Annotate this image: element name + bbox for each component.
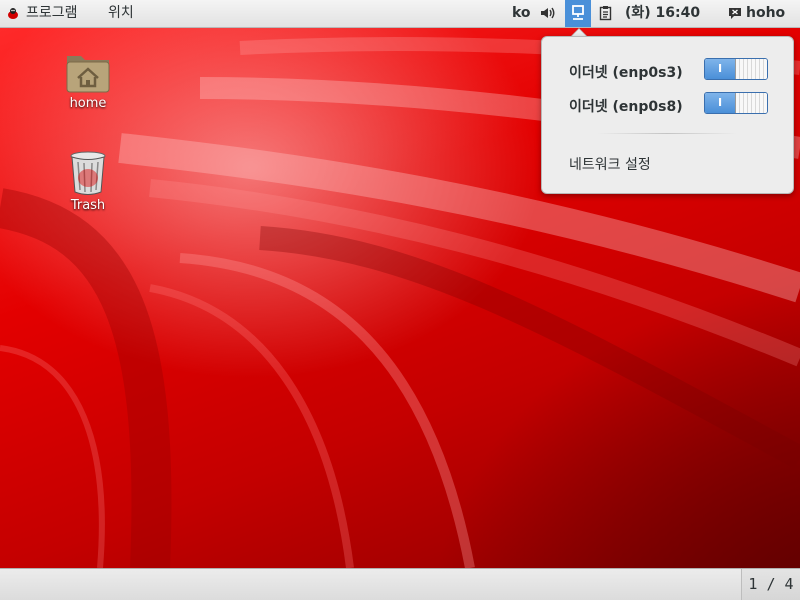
folder-home-icon xyxy=(66,56,110,93)
volume-icon xyxy=(541,7,555,19)
clock[interactable]: (화) 16:40 xyxy=(625,0,700,27)
desktop-icon-label: Trash xyxy=(70,198,106,213)
trash-icon xyxy=(70,151,106,195)
connection-label: 이더넷 (enp0s8) xyxy=(569,99,683,115)
desktop-icon-label: home xyxy=(69,96,107,111)
top-panel: 프로그램 위치 ko (화) 16:40 hoho xyxy=(0,0,800,28)
user-name: hoho xyxy=(746,5,786,21)
desktop-icon-trash[interactable]: Trash xyxy=(48,150,128,213)
workspace-switcher[interactable]: 1 / 4 xyxy=(741,569,800,600)
clipboard-icon xyxy=(599,6,612,21)
user-menu[interactable]: hoho xyxy=(728,0,785,27)
connection-row-enp0s8[interactable]: 이더넷 (enp0s8) I xyxy=(542,92,793,118)
network-menu-popup: 이더넷 (enp0s3) I 이더넷 (enp0s8) I 네트워크 설정 xyxy=(541,36,794,194)
places-menu[interactable]: 위치 xyxy=(108,0,134,27)
places-menu-label: 위치 xyxy=(108,5,134,21)
connection-row-enp0s3[interactable]: 이더넷 (enp0s3) I xyxy=(542,58,793,84)
switch-on-indicator: I xyxy=(705,93,735,113)
clipboard-indicator[interactable] xyxy=(599,0,615,27)
applications-menu-label: 프로그램 xyxy=(26,5,78,21)
distro-logo-icon xyxy=(8,8,18,19)
switch-knob[interactable] xyxy=(735,93,767,113)
chat-status-icon xyxy=(729,7,741,19)
input-language-indicator[interactable]: ko xyxy=(512,0,531,27)
wired-network-icon xyxy=(572,5,584,20)
connection-toggle-switch[interactable]: I xyxy=(704,58,768,80)
network-indicator[interactable] xyxy=(565,0,591,27)
connection-toggle-switch[interactable]: I xyxy=(704,92,768,114)
switch-on-indicator: I xyxy=(705,59,735,79)
bottom-panel: 1 / 4 xyxy=(0,568,800,600)
switch-knob[interactable] xyxy=(735,59,767,79)
desktop-icon-home[interactable]: home xyxy=(48,50,128,111)
volume-indicator[interactable] xyxy=(540,0,558,27)
menu-separator xyxy=(597,133,737,134)
popup-arrow xyxy=(571,28,587,36)
applications-menu[interactable]: 프로그램 xyxy=(6,0,78,27)
network-settings-menu-item[interactable]: 네트워크 설정 xyxy=(569,154,651,174)
connection-label: 이더넷 (enp0s3) xyxy=(569,65,683,81)
